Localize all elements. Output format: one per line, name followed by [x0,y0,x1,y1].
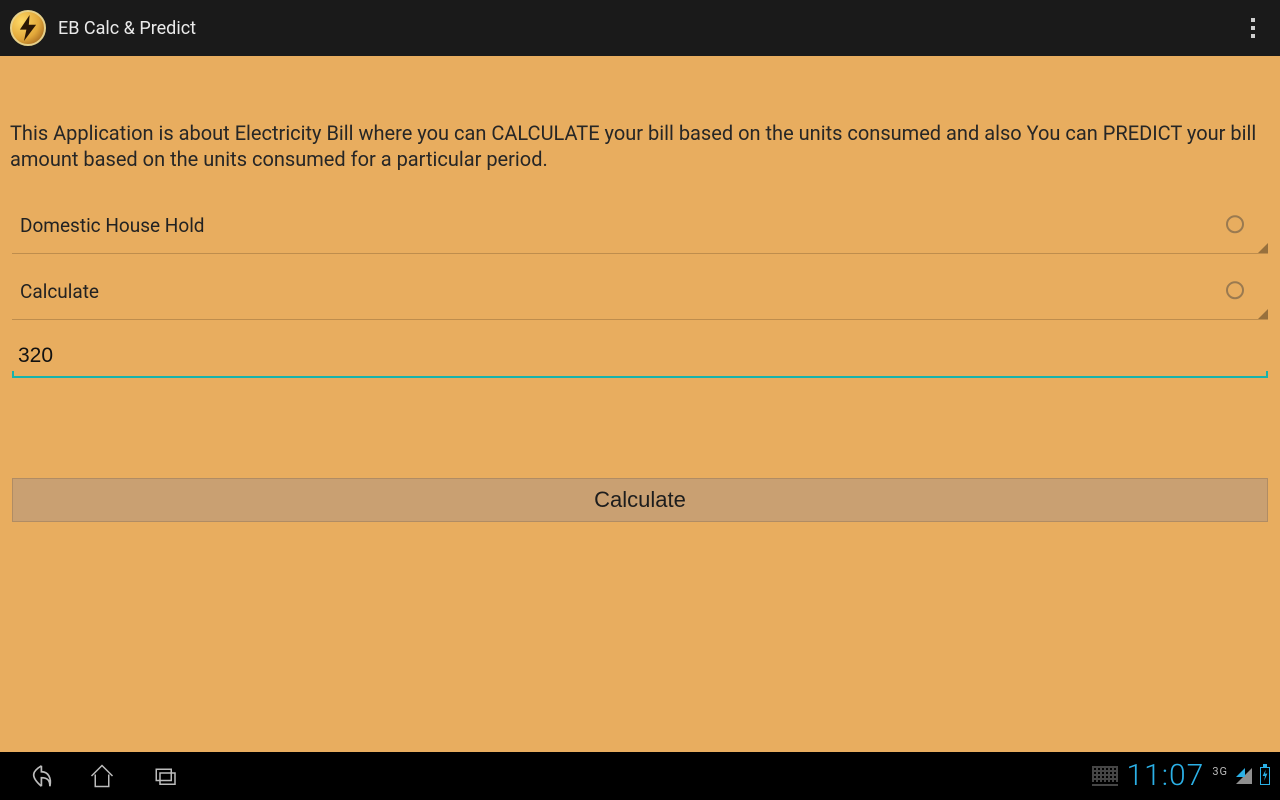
lightning-icon [18,15,38,41]
overflow-menu-button[interactable] [1234,8,1272,48]
overflow-icon [1251,16,1255,40]
main-content: This Application is about Electricity Bi… [0,56,1280,752]
recents-button[interactable] [146,756,186,796]
category-spinner[interactable]: Domestic House Hold [12,198,1268,254]
app-title: EB Calc & Predict [58,18,196,39]
back-button[interactable] [18,756,58,796]
battery-charging-icon [1260,767,1270,785]
status-clock: 11:07 [1126,761,1204,791]
app-icon [10,10,46,46]
dropdown-caret-icon [1258,243,1268,253]
keyboard-indicator-icon [1092,766,1118,786]
mode-spinner[interactable]: Calculate [12,264,1268,320]
category-spinner-value: Domestic House Hold [12,214,205,237]
network-type-label: 3G [1212,765,1228,778]
recents-icon [151,761,181,791]
app-description: This Application is about Electricity Bi… [0,56,1280,188]
home-icon [87,761,117,791]
radio-indicator-icon [1226,215,1244,233]
back-icon [21,759,55,793]
system-navigation-bar: 11:07 3G [0,752,1280,800]
home-button[interactable] [82,756,122,796]
units-input-container [12,334,1268,378]
action-bar: EB Calc & Predict [0,0,1280,56]
mode-spinner-value: Calculate [12,280,99,303]
calculate-button[interactable]: Calculate [12,478,1268,522]
radio-indicator-icon [1226,281,1244,299]
units-input[interactable] [12,334,1268,378]
dropdown-caret-icon [1258,309,1268,319]
signal-strength-icon [1236,768,1252,784]
